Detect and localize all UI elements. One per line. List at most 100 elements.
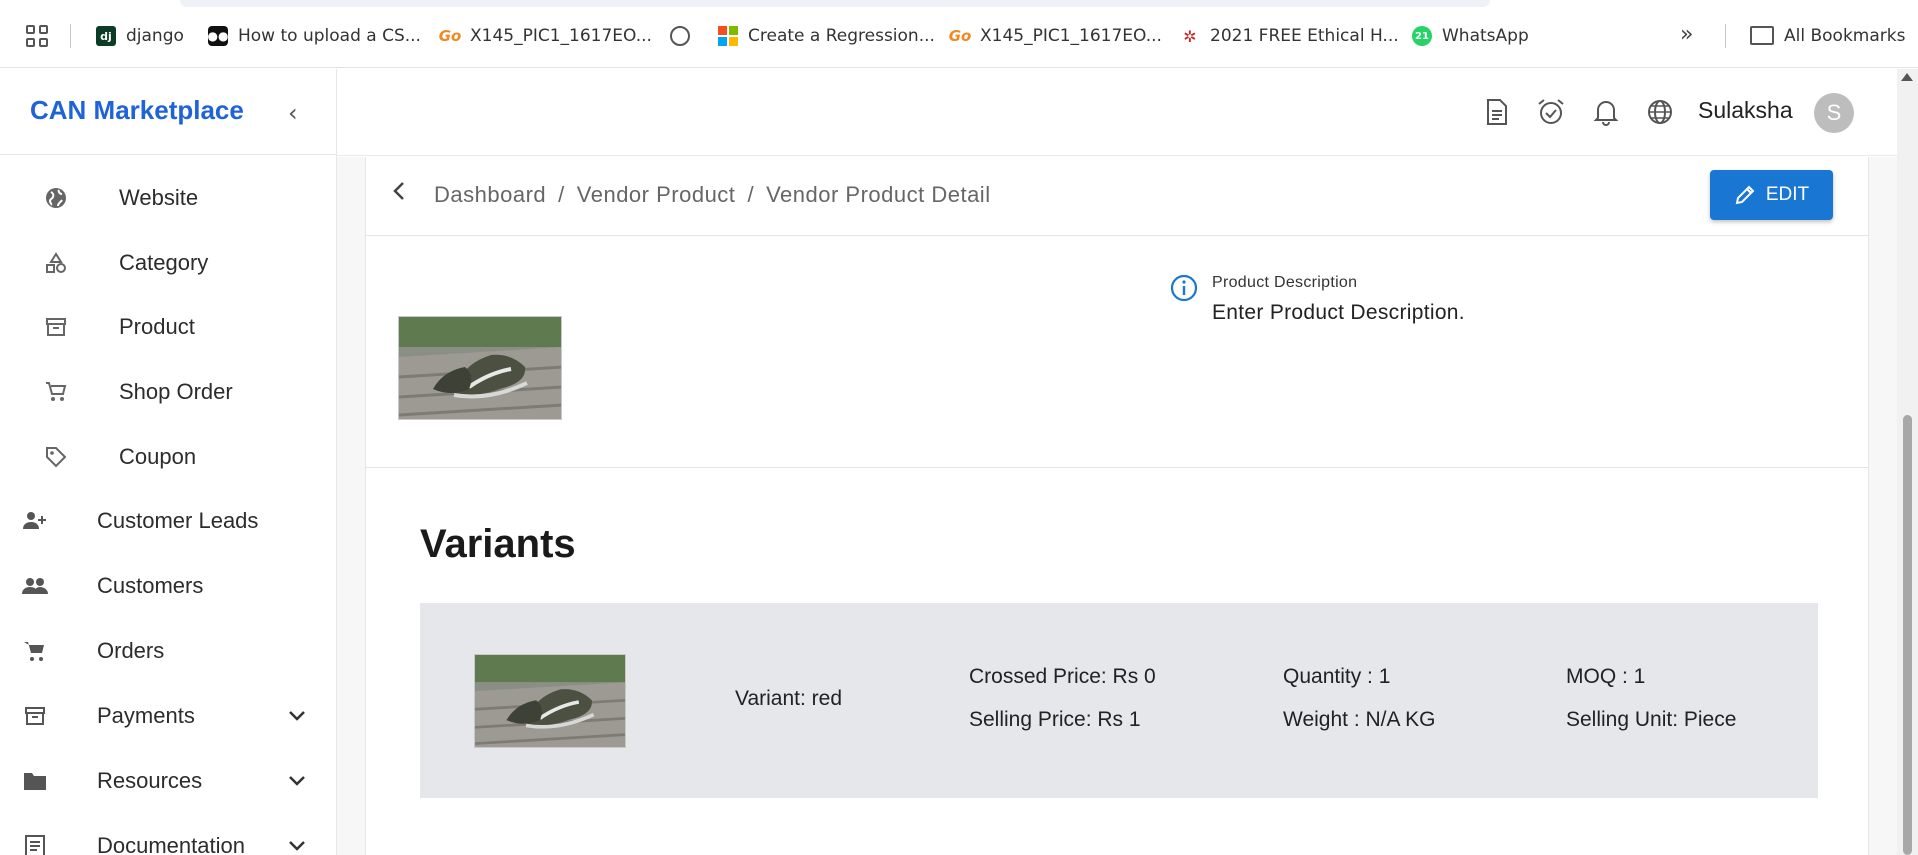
variant-weight: Weight : N/A KG — [1283, 708, 1436, 731]
bookmark-label: WhatsApp — [1442, 26, 1529, 46]
page-scrollbar[interactable] — [1897, 69, 1918, 855]
bookmark-x145-2[interactable]: Go X145_PIC1_1617EO... — [948, 23, 1162, 49]
tab-strip-edge — [180, 0, 1490, 7]
bookmarks-separator — [70, 24, 71, 48]
shapes-icon — [43, 250, 69, 276]
bookmark-ethical-hacking[interactable]: ✲ 2021 FREE Ethical H... — [1180, 23, 1399, 49]
sidebar-item-customer-leads[interactable]: Customer Leads — [0, 496, 336, 546]
bookmark-medium-upload[interactable]: ●● How to upload a CS... — [208, 23, 421, 49]
back-button[interactable] — [392, 181, 406, 207]
edit-button[interactable]: EDIT — [1710, 170, 1833, 220]
sidebar: CAN Marketplace ‹ Website Category Produ… — [0, 69, 337, 855]
sidebar-item-label: Product — [119, 314, 195, 339]
sidebar-item-label: Resources — [97, 768, 203, 793]
sidebar-item-category[interactable]: Category — [0, 238, 336, 288]
bell-icon[interactable] — [1591, 97, 1621, 127]
cart-icon — [43, 379, 69, 405]
sidebar-item-label: Customer Leads — [97, 508, 259, 533]
avatar[interactable]: S — [1814, 93, 1854, 133]
go-favicon: Go — [948, 27, 972, 45]
sidebar-item-label: Shop Order — [119, 379, 233, 404]
microsoft-favicon — [718, 26, 738, 46]
bookmark-x145-1[interactable]: Go X145_PIC1_1617EO... — [438, 23, 652, 49]
product-detail-card: Dashboard / Vendor Product / Vendor Prod… — [365, 157, 1869, 855]
breadcrumb-vendor-product[interactable]: Vendor Product — [577, 182, 736, 208]
sidebar-item-orders[interactable]: Orders — [0, 626, 336, 676]
sidebar-item-customers[interactable]: Customers — [0, 561, 336, 611]
more-bookmarks-icon[interactable]: » — [1680, 22, 1693, 47]
edit-button-label: EDIT — [1765, 184, 1810, 205]
sidebar-item-website[interactable]: Website — [0, 173, 336, 223]
variant-quantity: Quantity : 1 — [1283, 665, 1391, 688]
breadcrumb: Dashboard / Vendor Product / Vendor Prod… — [434, 182, 991, 208]
whatsapp-favicon: 21 — [1412, 26, 1432, 46]
sidebar-item-label: Customers — [97, 573, 204, 598]
variants-heading: Variants — [420, 522, 576, 566]
sidebar-divider — [0, 154, 336, 155]
all-bookmarks-label: All Bookmarks — [1784, 26, 1906, 46]
tag-icon — [43, 444, 69, 470]
variant-selling-unit: Selling Unit: Piece — [1566, 708, 1737, 731]
scroll-thumb[interactable] — [1903, 415, 1912, 855]
sidebar-item-label: Payments — [97, 703, 195, 728]
variant-moq: MOQ : 1 — [1566, 665, 1646, 688]
product-description-label: Product Description — [1212, 274, 1358, 291]
variant-name: Variant: red — [735, 687, 842, 710]
bookmarks-bar: dj django ●● How to upload a CS... Go X1… — [0, 0, 1918, 68]
bookmark-whatsapp[interactable]: 21 WhatsApp — [1412, 23, 1529, 49]
document-icon — [22, 833, 48, 855]
apps-grid-icon[interactable] — [26, 25, 48, 47]
info-icon — [1170, 274, 1198, 306]
all-bookmarks[interactable]: All Bookmarks — [1784, 23, 1905, 49]
bookmark-globe[interactable] — [670, 23, 700, 49]
bookmark-label: Create a Regression... — [748, 26, 935, 46]
archive-icon — [43, 314, 69, 340]
sidebar-item-label: Website — [119, 185, 199, 210]
sidebar-item-product[interactable]: Product — [0, 302, 336, 352]
sidebar-item-label: Category — [119, 250, 209, 275]
medium-favicon: ●● — [208, 26, 228, 46]
variant-selling-price: Selling Price: Rs 1 — [969, 708, 1141, 731]
brand-logo[interactable]: CAN Marketplace — [30, 95, 244, 126]
sidebar-item-documentation[interactable]: Documentation — [0, 821, 336, 855]
breadcrumb-bar: Dashboard / Vendor Product / Vendor Prod… — [366, 157, 1868, 236]
bookmark-label: How to upload a CS... — [238, 26, 421, 46]
pencil-icon — [1735, 185, 1755, 205]
bookmark-label: django — [126, 26, 184, 46]
breadcrumb-dashboard[interactable]: Dashboard — [434, 182, 546, 208]
product-image — [398, 316, 562, 420]
bookmark-label: 2021 FREE Ethical H... — [1210, 26, 1399, 46]
sidebar-item-coupon[interactable]: Coupon — [0, 432, 336, 482]
bookmarks-separator — [1725, 24, 1726, 48]
person-add-icon — [22, 508, 48, 534]
main-content: Dashboard / Vendor Product / Vendor Prod… — [337, 157, 1897, 855]
alarm-icon[interactable] — [1536, 97, 1566, 127]
bookmark-label: X145_PIC1_1617EO... — [470, 26, 652, 46]
people-icon — [22, 573, 48, 599]
variant-crossed-price: Crossed Price: Rs 0 — [969, 665, 1156, 688]
breadcrumb-separator: / — [558, 182, 565, 207]
collapse-sidebar-button[interactable]: ‹ — [288, 99, 298, 127]
language-globe-icon[interactable] — [1645, 97, 1675, 127]
variant-image — [474, 654, 626, 748]
django-favicon: dj — [96, 26, 116, 46]
sidebar-item-payments[interactable]: Payments — [0, 691, 336, 741]
scroll-up-arrow-icon[interactable] — [1901, 73, 1913, 81]
sidebar-item-shop-order[interactable]: Shop Order — [0, 367, 336, 417]
bookmark-django[interactable]: dj django — [96, 23, 184, 49]
username[interactable]: Sulaksha — [1698, 97, 1793, 124]
chevron-down-icon — [288, 836, 306, 855]
sidebar-item-label: Orders — [97, 638, 165, 663]
sidebar-item-resources[interactable]: Resources — [0, 756, 336, 806]
section-divider — [366, 467, 1868, 468]
document-icon[interactable] — [1482, 97, 1512, 127]
product-description-value: Enter Product Description. — [1212, 301, 1465, 324]
go-favicon: Go — [438, 27, 462, 45]
folder-icon — [22, 768, 48, 794]
folder-icon — [1750, 26, 1774, 45]
variant-card: Variant: red Crossed Price: Rs 0 Selling… — [420, 603, 1818, 798]
bookmark-label: X145_PIC1_1617EO... — [980, 26, 1162, 46]
archive-icon — [22, 703, 48, 729]
bookmark-regression[interactable]: Create a Regression... — [718, 23, 935, 49]
sidebar-item-label: Documentation — [97, 833, 245, 855]
